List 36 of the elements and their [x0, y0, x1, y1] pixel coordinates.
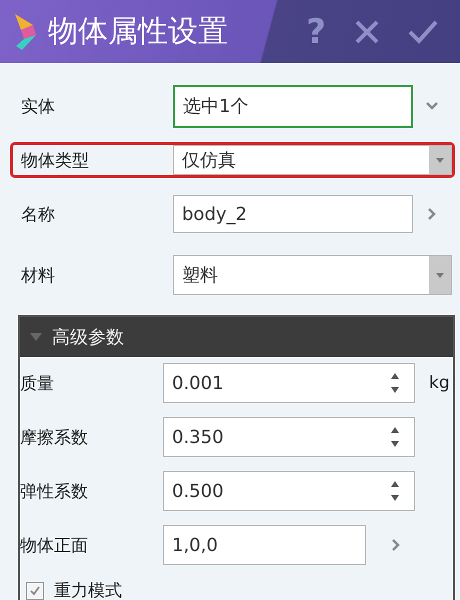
- spinner-icon[interactable]: [390, 425, 400, 449]
- close-icon[interactable]: [354, 18, 380, 44]
- checkbox[interactable]: 重力模式: [20, 579, 453, 600]
- field-label: 材料: [21, 264, 56, 286]
- chevron-right-icon[interactable]: [391, 538, 401, 552]
- number-field[interactable]: 0.350: [163, 417, 415, 457]
- spinner-icon[interactable]: [390, 479, 400, 503]
- field-label: 弹性系数: [20, 480, 89, 502]
- field-label: 物体类型: [21, 150, 90, 172]
- dropdown[interactable]: 塑料: [173, 255, 452, 295]
- dropdown[interactable]: 仅仿真: [173, 145, 452, 175]
- unit-label: kg: [429, 373, 450, 393]
- panel-header[interactable]: 高级参数: [20, 317, 453, 357]
- dropdown-icon[interactable]: [436, 272, 444, 278]
- input-field[interactable]: 选中1个: [173, 84, 413, 128]
- input-field[interactable]: body_2: [173, 195, 413, 233]
- field-label: 质量: [20, 372, 55, 394]
- chevron-down-icon[interactable]: [425, 101, 440, 111]
- dropdown-icon[interactable]: [436, 158, 444, 162]
- window-title: 物体属性设置: [48, 13, 229, 51]
- field-label: 实体: [21, 96, 56, 118]
- field-label: 名称: [21, 204, 56, 226]
- checkmark-icon: [29, 584, 41, 596]
- number-field[interactable]: 0.500: [163, 471, 415, 511]
- logo-icon: [12, 12, 38, 52]
- panel-title: 高级参数: [52, 326, 124, 349]
- spinner-icon[interactable]: [390, 371, 400, 395]
- checkbox-label: 重力模式: [54, 580, 122, 600]
- checkbox-box[interactable]: [26, 582, 44, 600]
- check-icon[interactable]: [408, 20, 438, 44]
- collapse-icon[interactable]: [30, 333, 42, 341]
- field-label: 摩擦系数: [20, 426, 89, 448]
- chevron-right-icon[interactable]: [427, 207, 438, 221]
- number-field[interactable]: 0.001: [163, 363, 415, 403]
- input-field[interactable]: 1,0,0: [163, 525, 366, 565]
- field-label: 物体正面: [20, 534, 89, 556]
